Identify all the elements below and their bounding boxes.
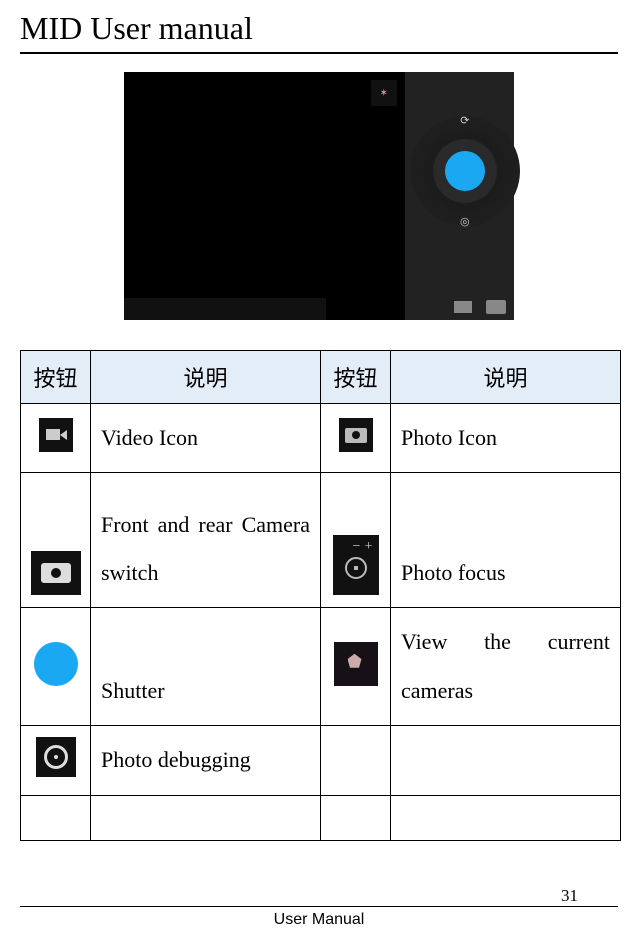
photo-focus-icon: − + xyxy=(333,535,379,595)
mode-bar xyxy=(454,300,506,314)
icon-cell xyxy=(21,608,91,726)
footer-rule xyxy=(20,906,618,907)
desc-cell: View the current cameras xyxy=(391,608,621,726)
footer-label: User Manual xyxy=(20,911,618,929)
desc-cell: Photo focus xyxy=(391,473,621,608)
table-header-row: 按钮 说明 按钮 说明 xyxy=(21,351,621,404)
table-row: Video Icon Photo Icon xyxy=(21,404,621,473)
desc-cell: Front and rear Camera switch xyxy=(91,473,321,608)
android-nav-bar xyxy=(124,298,326,320)
desc-cell xyxy=(391,795,621,840)
desc-cell: Photo debugging xyxy=(91,726,321,795)
thumbnail-glyph: ✶ xyxy=(380,88,388,99)
table-row xyxy=(21,795,621,840)
table-row: Photo debugging xyxy=(21,726,621,795)
icon-cell xyxy=(321,726,391,795)
desc-cell: Shutter xyxy=(91,608,321,726)
icon-cell xyxy=(21,404,91,473)
icon-cell xyxy=(321,608,391,726)
video-icon xyxy=(39,418,73,452)
col-header-desc-2: 说明 xyxy=(391,351,621,404)
camera-app-screenshot: ✶ ⟳ ◎ xyxy=(124,72,514,320)
video-mode-icon xyxy=(454,301,472,313)
shutter-icon xyxy=(34,642,78,686)
icon-cell xyxy=(21,473,91,608)
desc-cell xyxy=(91,795,321,840)
page-number: 31 xyxy=(20,886,618,906)
desc-cell: Photo Icon xyxy=(391,404,621,473)
col-header-button-1: 按钮 xyxy=(21,351,91,404)
col-header-button-2: 按钮 xyxy=(321,351,391,404)
view-current-camera-icon xyxy=(334,642,378,686)
camera-screenshot-wrap: ✶ ⟳ ◎ xyxy=(20,72,618,320)
shutter-button-icon xyxy=(445,151,485,191)
camera-control-dial: ⟳ ◎ xyxy=(410,116,520,226)
header-rule xyxy=(20,52,618,54)
last-photo-thumbnail-icon: ✶ xyxy=(371,80,397,106)
camera-switch-icon: ⟳ xyxy=(460,114,469,127)
icon-cell: − + xyxy=(321,473,391,608)
col-header-desc-1: 说明 xyxy=(91,351,321,404)
icon-cell xyxy=(321,795,391,840)
photo-debugging-icon xyxy=(36,737,76,777)
icon-cell xyxy=(21,795,91,840)
desc-cell xyxy=(391,726,621,795)
table-row: Front and rear Camera switch − + Photo f… xyxy=(21,473,621,608)
camera-preview-pane: ✶ xyxy=(124,72,405,320)
photo-icon xyxy=(339,418,373,452)
page-title: MID User manual xyxy=(20,0,618,52)
settings-icon: ◎ xyxy=(460,215,470,228)
page-footer: 31 User Manual xyxy=(20,886,618,929)
icon-legend-table: 按钮 说明 按钮 说明 Video Icon Photo Icon Front … xyxy=(20,350,621,841)
camera-switch-icon xyxy=(31,551,81,595)
icon-cell xyxy=(321,404,391,473)
photo-mode-icon xyxy=(486,300,506,314)
icon-cell xyxy=(21,726,91,795)
camera-control-pane: ⟳ ◎ xyxy=(405,72,514,320)
table-row: Shutter View the current cameras xyxy=(21,608,621,726)
desc-cell: Video Icon xyxy=(91,404,321,473)
